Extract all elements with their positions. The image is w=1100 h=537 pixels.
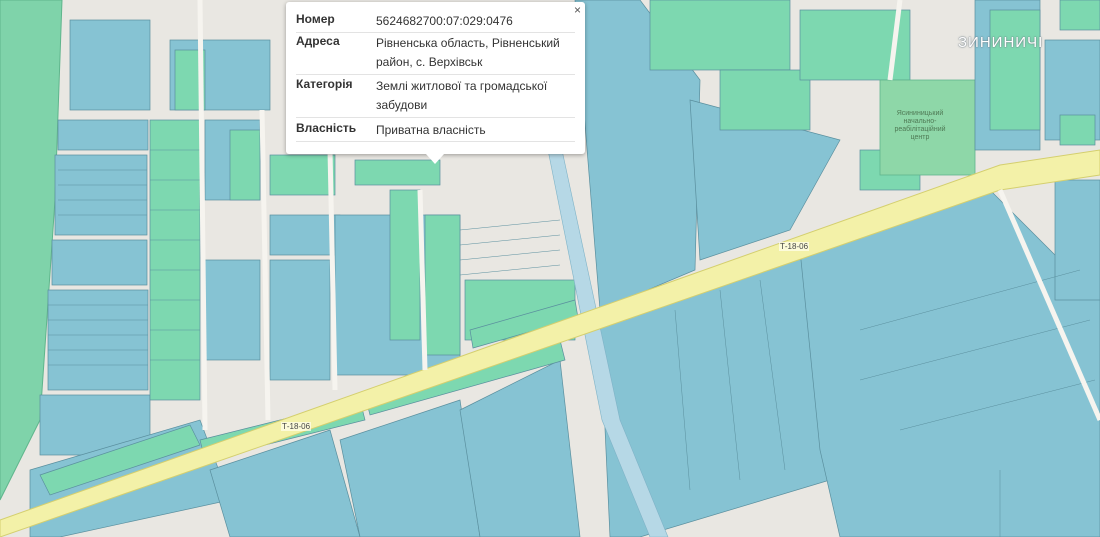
close-icon[interactable]: × <box>574 4 581 16</box>
ownership-label: Власність <box>296 121 357 135</box>
park-label: Ясининицький начально-реабілітаційний це… <box>894 110 946 141</box>
road-label: Т-18-06 <box>281 422 312 431</box>
popup-row-ownership: Власність Приватна власність <box>296 121 575 142</box>
category-label: Категорія <box>296 77 353 91</box>
number-label: Номер <box>296 12 335 26</box>
village-label: ЗИНИНИЧІ <box>958 34 1044 51</box>
popup-row-number: Номер 5624682700:07:029:0476 <box>296 12 575 33</box>
ownership-value: Приватна власність <box>376 123 486 137</box>
cadastral-number-value: 5624682700:07:029:0476 <box>376 14 513 28</box>
popup-pointer <box>426 154 444 164</box>
address-value: Рівненська область, Рівненський район, с… <box>376 36 560 69</box>
parcel-info-popup: × Номер 5624682700:07:029:0476 Адреса Рі… <box>286 2 585 164</box>
popup-row-category: Категорія Землі житлової та громадської … <box>296 77 575 118</box>
popup-row-address: Адреса Рівненська область, Рівненський р… <box>296 34 575 75</box>
road-label: Т-18-06 <box>779 242 810 251</box>
address-label: Адреса <box>296 34 340 48</box>
category-value: Землі житлової та громадської забудови <box>376 79 548 112</box>
